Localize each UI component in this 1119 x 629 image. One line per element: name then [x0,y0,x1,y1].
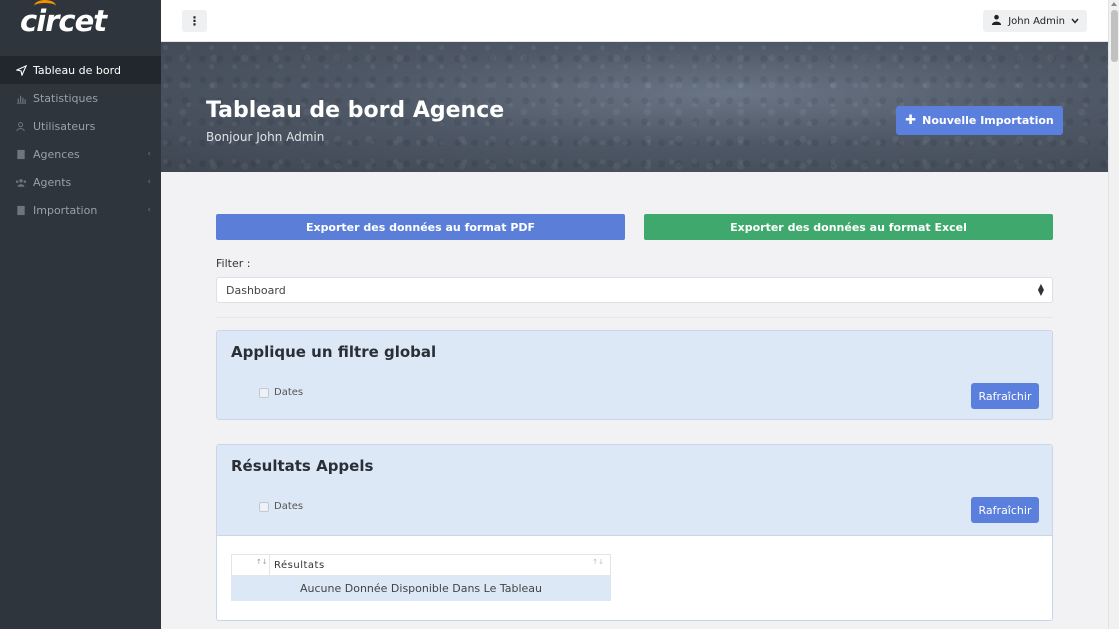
sidebar-item-tableau-de-bord[interactable]: Tableau de bord [0,56,161,84]
user-menu-button[interactable]: John Admin [983,10,1087,32]
logo-area[interactable]: circet [0,0,161,42]
refresh-button[interactable]: Rafraîchir [971,383,1039,409]
filter-selected-value: Dashboard [226,283,286,297]
chevron-left-icon: ‹ [147,205,151,215]
user-avatar-icon [991,14,1002,28]
sidebar-item-importation[interactable]: Importation ‹ [0,196,161,224]
users-icon [15,120,27,132]
chevron-left-icon: ‹ [147,149,151,159]
logo-text: circet [20,4,107,38]
topbar: ⋮ John Admin [161,0,1108,42]
card-title: Applique un filtre global [231,343,437,361]
dates-checkbox-label: Dates [274,387,304,398]
sidebar-item-label: Agences [33,147,80,161]
card-title: Résultats Appels [231,457,374,475]
sidebar-item-label: Importation [33,203,98,217]
call-results-card: Résultats Appels Dates Rafraîchir ↑↓ Rés… [216,444,1053,621]
kebab-menu-icon: ⋮ [188,14,201,28]
main-content: Exporter des données au format PDF Expor… [161,172,1108,629]
new-import-button[interactable]: ✚ Nouvelle Importation [896,106,1063,135]
new-import-label: Nouvelle Importation [922,114,1054,127]
column-separator [269,555,270,576]
empty-table-message: Aucune Donnée Disponible Dans Le Tableau [231,576,611,601]
card-header: Résultats Appels Dates Rafraîchir [217,445,1052,536]
sidebar-item-label: Tableau de bord [33,63,121,77]
building-icon [15,148,27,160]
hero-banner: Tableau de bord Agence Bonjour John Admi… [161,42,1108,172]
chevron-down-icon [1071,17,1079,26]
page-scrollbar[interactable] [1108,0,1119,629]
filter-select[interactable]: Dashboard ▲ ▼ [216,277,1053,303]
dates-checkbox-label: Dates [274,501,304,512]
sidebar-item-utilisateurs[interactable]: Utilisateurs [0,112,161,140]
sidebar-item-label: Agents [33,175,72,189]
table-header: ↑↓ Résultats ↑↓ [231,554,611,576]
results-table: ↑↓ Résultats ↑↓ Aucune Donnée Disponible… [231,554,611,601]
plus-icon: ✚ [905,113,917,128]
bar-chart-icon [15,92,27,104]
scrollbar-thumb[interactable] [1111,10,1118,62]
export-pdf-button[interactable]: Exporter des données au format PDF [216,214,625,240]
sidebar-item-label: Utilisateurs [33,119,96,133]
greeting-text: Bonjour John Admin [206,130,325,144]
scroll-up-arrow-icon[interactable] [1111,2,1117,6]
filter-label: Filter : [216,257,251,270]
sidebar-nav: Tableau de bord Statistiques Utilisateur… [0,56,161,224]
global-filter-card: Applique un filtre global Dates Rafraîch… [216,330,1053,420]
building-icon [15,204,27,216]
divider [216,317,1053,318]
sidebar-item-agences[interactable]: Agences ‹ [0,140,161,168]
logo[interactable]: circet [20,0,107,38]
sidebar-toggle-button[interactable]: ⋮ [182,10,207,32]
sidebar-item-statistiques[interactable]: Statistiques [0,84,161,112]
dates-checkbox[interactable] [259,502,269,512]
sort-icon[interactable]: ↑↓ [256,558,268,566]
sidebar: circet Tableau de bord Statistiques Util… [0,0,161,629]
page-title: Tableau de bord Agence [206,98,505,123]
sort-icon[interactable]: ↑↓ [592,558,604,566]
chevron-left-icon: ‹ [147,177,151,187]
group-icon [15,176,27,188]
export-excel-button[interactable]: Exporter des données au format Excel [644,214,1053,240]
sidebar-item-agents[interactable]: Agents ‹ [0,168,161,196]
sidebar-item-label: Statistiques [33,91,98,105]
send-icon [15,64,27,76]
column-header-resultats[interactable]: Résultats [274,560,325,571]
user-name: John Admin [1008,15,1065,27]
logo-arc [34,0,56,12]
refresh-button[interactable]: Rafraîchir [971,497,1039,523]
select-updown-icon: ▲ ▼ [1037,282,1044,297]
dates-checkbox[interactable] [259,388,269,398]
